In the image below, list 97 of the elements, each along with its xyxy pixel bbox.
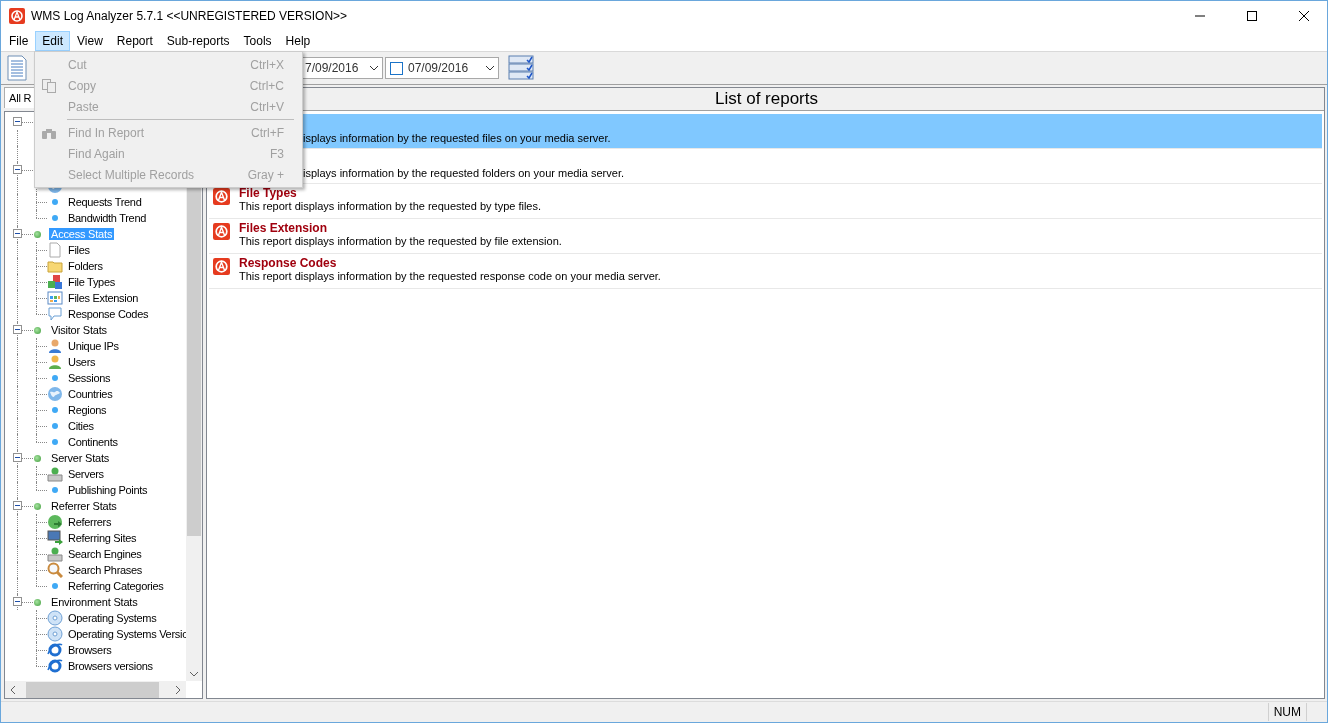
report-title: Response Codes	[239, 256, 338, 270]
menu-item[interactable]: Edit	[35, 31, 71, 51]
swoosh-icon	[47, 658, 63, 674]
tree-item[interactable]: Users	[67, 356, 97, 368]
close-icon	[1299, 11, 1309, 21]
globe-icon	[47, 386, 63, 402]
folder-icon	[47, 258, 63, 274]
cubes-icon	[47, 274, 63, 290]
server-icon	[47, 466, 63, 482]
report-description: This report displays information by the requested by file extension.	[239, 235, 562, 247]
document-icon	[47, 242, 63, 258]
tree-item[interactable]: Bandwidth Trend	[67, 212, 148, 224]
person-icon	[47, 354, 63, 370]
report-row[interactable]: isplays information by the requested files on your media server.	[300, 114, 1322, 149]
status-indicator: NUM	[1267, 703, 1307, 721]
tree-item[interactable]: Referrers	[67, 516, 113, 528]
tree-item[interactable]: Browsers	[67, 644, 113, 656]
tree-item[interactable]: Requests Trend	[67, 196, 143, 208]
report-description: isplays information by the requested files on your media server.	[303, 132, 611, 144]
tree-item[interactable]: Search Phrases	[67, 564, 144, 576]
menu-item[interactable]: Help	[278, 31, 318, 51]
collapse-icon[interactable]	[13, 453, 22, 462]
node-dot-icon	[34, 502, 41, 510]
bullet-icon	[52, 375, 58, 381]
collapse-icon[interactable]	[13, 117, 22, 126]
menu-item[interactable]: Report	[109, 31, 160, 51]
tree-item[interactable]: Files	[67, 244, 91, 256]
menu-item[interactable]: View	[70, 31, 110, 51]
report-description: isplays information by the requested folders on your media server.	[303, 167, 624, 179]
copy-icon	[41, 77, 57, 94]
tree-item[interactable]: Countries	[67, 388, 114, 400]
disc-icon	[47, 610, 63, 626]
node-dot-icon	[34, 454, 41, 462]
tree-item[interactable]: Referrer Stats	[49, 500, 119, 512]
bullet-icon	[52, 199, 58, 205]
server-icon	[47, 546, 63, 562]
bullet-icon	[52, 423, 58, 429]
collapse-icon[interactable]	[13, 501, 22, 510]
report-title: File Types	[239, 186, 298, 200]
app-logo-icon	[9, 8, 25, 24]
window-title: WMS Log Analyzer 5.7.1 <<UNREGISTERED VERSION>>	[31, 9, 349, 23]
grid-icon	[47, 290, 63, 306]
tree-item[interactable]: Visitor Stats	[49, 324, 109, 336]
collapse-icon[interactable]	[13, 229, 22, 238]
tree-item[interactable]: Sessions	[67, 372, 112, 384]
swoosh-icon	[47, 642, 63, 658]
tree-item[interactable]: Server Stats	[49, 452, 112, 464]
monitor-icon	[47, 530, 63, 546]
bullet-icon	[52, 487, 58, 493]
menu-item[interactable]: File	[2, 31, 36, 51]
collapse-icon[interactable]	[13, 325, 22, 334]
date-picker[interactable]: 7/09/2016	[300, 57, 383, 79]
tree-item[interactable]: Referring Sites	[67, 532, 138, 544]
tree-item[interactable]: Continents	[67, 436, 119, 448]
maximize-icon	[1247, 11, 1257, 21]
disc-icon	[47, 626, 63, 642]
bullet-icon	[52, 583, 58, 589]
dropdown-caret-icon	[485, 65, 495, 71]
report-description: This report displays information by the requested response code on your media server.	[239, 270, 661, 282]
speech-bubble-icon	[47, 306, 63, 322]
tree-item[interactable]: Files Extension	[67, 292, 140, 304]
person-icon	[47, 338, 63, 354]
tree-item[interactable]: Regions	[67, 404, 108, 416]
tree-item[interactable]: File Types	[67, 276, 116, 288]
collapse-icon[interactable]	[13, 165, 22, 174]
node-dot-icon	[34, 598, 41, 606]
horizontal-scrollbar[interactable]	[5, 681, 186, 698]
tree-item[interactable]: Search Engines	[67, 548, 143, 560]
node-dot-icon	[34, 326, 41, 334]
dropdown-caret-icon	[369, 65, 379, 71]
collapse-icon[interactable]	[13, 597, 22, 606]
tree-item[interactable]: Operating Systems	[67, 612, 158, 624]
tree-item[interactable]: Referring Categories	[67, 580, 165, 592]
date-picker[interactable]: 07/09/2016	[385, 57, 499, 79]
app-logo-icon	[213, 223, 230, 240]
node-dot-icon	[34, 230, 41, 238]
tree-item[interactable]: Servers	[67, 468, 105, 480]
tree-item[interactable]: Cities	[67, 420, 95, 432]
menu-item[interactable]: Tools	[236, 31, 279, 51]
bullet-icon	[52, 407, 58, 413]
app-logo-icon	[213, 188, 230, 205]
report-title: Files Extension	[239, 221, 329, 235]
checkbox[interactable]	[390, 61, 403, 75]
bullet-icon	[52, 215, 58, 221]
report-description: This report displays information by the requested by type files.	[239, 200, 542, 212]
tree-item[interactable]: Publishing Points	[67, 484, 149, 496]
tree-item[interactable]: Response Codes	[67, 308, 150, 320]
tree-item[interactable]: Unique IPs	[67, 340, 120, 352]
tree-item[interactable]: Browsers versions	[67, 660, 154, 672]
bullet-icon	[52, 439, 58, 445]
tree-item[interactable]: Environment Stats	[49, 596, 140, 608]
scrollbar-thumb[interactable]	[26, 681, 159, 698]
menu-item[interactable]: Sub-reports	[159, 31, 237, 51]
magnifier-icon	[47, 562, 63, 578]
column-select-icon[interactable]	[507, 54, 537, 82]
app-logo-icon	[213, 258, 230, 275]
tree-item[interactable]: Folders	[67, 260, 104, 272]
